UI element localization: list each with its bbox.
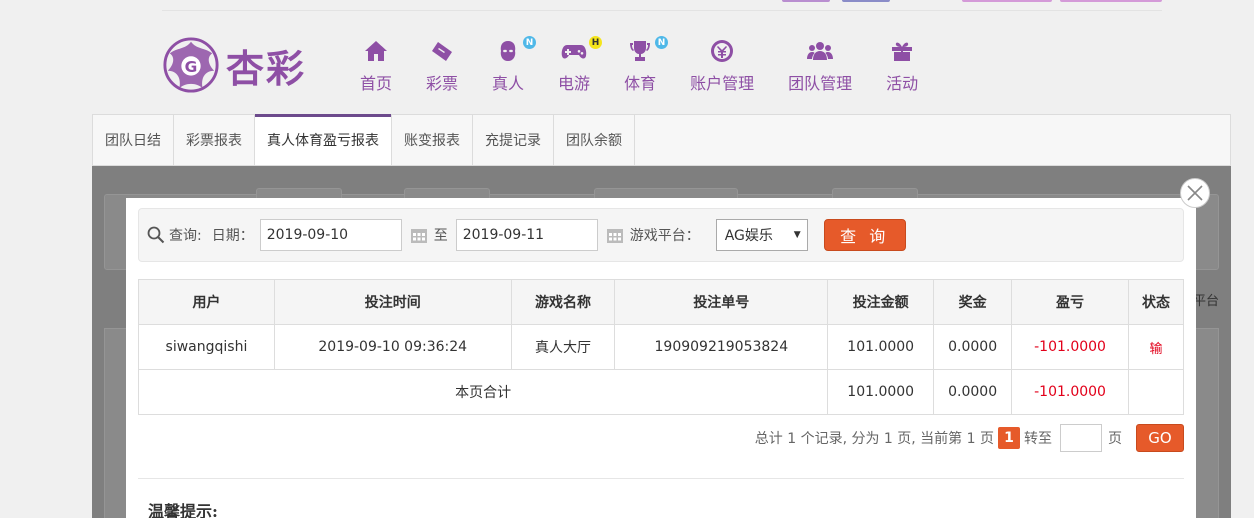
totals-label: 本页合计 [137, 369, 829, 415]
top-button-3[interactable] [962, 0, 1052, 2]
pagination: 总计 1 个记录, 分为 1 页, 当前第 1 页 1 转至 页 GO [755, 424, 1184, 452]
totals-row: 本页合计 101.0000 0.0000 -101.0000 [137, 369, 1184, 415]
column-header: 投注单号 [614, 279, 829, 325]
totals-status [1128, 369, 1184, 415]
table-header-row: 用户 投注时间 游戏名称 投注单号 投注金额 奖金 盈亏 状态 [138, 279, 1184, 325]
dealer-icon [495, 38, 521, 64]
top-button-1[interactable] [782, 0, 830, 2]
go-button[interactable]: GO [1136, 424, 1184, 452]
totals-amount: 101.0000 [827, 369, 935, 415]
cell-bonus: 0.0000 [933, 324, 1013, 370]
new-badge: N [523, 36, 537, 49]
team-icon [807, 38, 834, 64]
cell-user: siwangqishi [138, 324, 275, 370]
svg-text:G: G [185, 58, 198, 76]
account-icon [709, 38, 735, 64]
report-tabs: 团队日结 彩票报表 真人体育盈亏报表 账变报表 充提记录 团队余额 [92, 114, 1231, 166]
tab-team-daily[interactable]: 团队日结 [93, 115, 174, 165]
nav-label: 体育 [624, 74, 657, 93]
bet-records-table: 用户 投注时间 游戏名称 投注单号 投注金额 奖金 盈亏 状态 siwangqi… [137, 279, 1184, 415]
tab-live-sports-report[interactable]: 真人体育盈亏报表 [255, 114, 392, 165]
calendar-icon[interactable] [606, 226, 624, 244]
tip-divider [138, 478, 1184, 479]
query-button[interactable]: 查 询 [823, 219, 906, 251]
cell-amount: 101.0000 [827, 324, 935, 370]
column-header: 投注时间 [273, 279, 512, 325]
main-nav: 首页 彩票 N 真人 H 电游 N 体育 账户管理 团队管理 活动 [360, 36, 952, 94]
column-header: 投注金额 [827, 279, 935, 325]
start-date-input[interactable]: 2019-09-10 [259, 219, 402, 251]
goto-page-input[interactable] [1060, 424, 1102, 452]
tab-deposit-withdraw[interactable]: 充提记录 [473, 115, 554, 165]
table-row: siwangqishi 2019-09-10 09:36:24 真人大厅 190… [138, 324, 1184, 370]
search-bar: 查询: 日期： 2019-09-10 至 2019-09-11 游戏平台： AG… [138, 208, 1184, 262]
nav-label: 首页 [360, 74, 393, 93]
platform-select-value: AG娱乐 [724, 228, 773, 244]
nav-label: 电游 [558, 74, 591, 93]
nav-promo[interactable]: 活动 [886, 38, 918, 94]
column-header: 盈亏 [1011, 279, 1129, 325]
nav-label: 活动 [886, 74, 919, 93]
home-icon [363, 38, 389, 64]
current-page[interactable]: 1 [998, 427, 1020, 449]
report-detail-modal: 查询: 日期： 2019-09-10 至 2019-09-11 游戏平台： AG… [126, 198, 1196, 518]
nav-live[interactable]: N 真人 [492, 36, 537, 94]
brand-logo[interactable]: G 杏彩 [162, 34, 322, 96]
gift-icon [889, 38, 915, 64]
totals-bonus: 0.0000 [933, 369, 1013, 415]
top-divider [162, 10, 1162, 11]
nav-label: 真人 [492, 74, 525, 93]
cell-profit: -101.0000 [1011, 324, 1129, 370]
date-label: 日期： [211, 228, 254, 244]
column-header: 状态 [1128, 279, 1184, 325]
nav-lottery[interactable]: 彩票 [426, 38, 458, 94]
tip-title: 温馨提示: [148, 502, 218, 518]
cell-status: 输 [1128, 324, 1184, 370]
goto-label: 转至 [1024, 431, 1052, 447]
close-icon [1187, 185, 1203, 201]
cell-game: 真人大厅 [510, 324, 616, 370]
totals-profit: -101.0000 [1011, 369, 1129, 415]
nav-home[interactable]: 首页 [360, 38, 392, 94]
trophy-icon [627, 38, 653, 64]
new-badge: N [655, 36, 669, 49]
to-label: 至 [433, 228, 448, 244]
search-icon [147, 226, 165, 244]
dropdown-arrow-icon: ▼ [793, 230, 801, 240]
platform-label: 游戏平台： [629, 228, 700, 244]
calendar-icon[interactable] [410, 226, 428, 244]
column-header: 游戏名称 [510, 279, 616, 325]
ticket-icon [429, 38, 455, 64]
platform-select[interactable]: AG娱乐 ▼ [715, 219, 808, 251]
tab-team-balance[interactable]: 团队余额 [554, 115, 635, 165]
nav-label: 团队管理 [788, 74, 853, 93]
tab-balance-change[interactable]: 账变报表 [392, 115, 473, 165]
tab-lottery-report[interactable]: 彩票报表 [174, 115, 255, 165]
nav-label: 账户管理 [690, 74, 755, 93]
column-header: 用户 [138, 279, 275, 325]
nav-sports[interactable]: N 体育 [624, 36, 669, 94]
nav-slots[interactable]: H 电游 [558, 36, 603, 94]
nav-account[interactable]: 账户管理 [690, 38, 754, 94]
nav-label: 彩票 [426, 74, 459, 93]
cell-time: 2019-09-10 09:36:24 [273, 324, 512, 370]
hot-badge: H [589, 36, 603, 49]
end-date-input[interactable]: 2019-09-11 [455, 219, 598, 251]
column-header: 奖金 [933, 279, 1013, 325]
brand-name: 杏彩 [226, 45, 307, 91]
cell-order: 190909219053824 [614, 324, 829, 370]
pagination-summary: 总计 1 个记录, 分为 1 页, 当前第 1 页 [754, 431, 994, 447]
background-platform-label: 平台 [1192, 294, 1219, 309]
top-button-2[interactable] [842, 0, 890, 2]
nav-team[interactable]: 团队管理 [788, 38, 852, 94]
gamepad-icon [561, 38, 587, 64]
top-button-4[interactable] [1060, 0, 1162, 2]
close-modal-button[interactable] [1180, 178, 1210, 208]
logo-emblem-icon: G [163, 37, 219, 93]
query-label: 查询: [169, 228, 202, 244]
page-unit-label: 页 [1108, 431, 1122, 447]
